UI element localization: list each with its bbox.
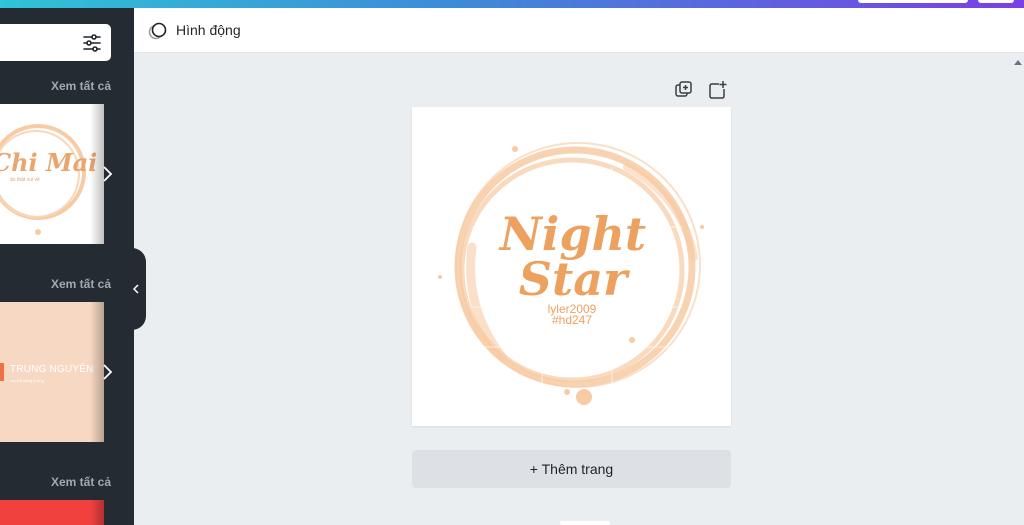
design-subtitle-line2[interactable]: #hd247	[552, 313, 592, 327]
scroll-up-icon[interactable]	[1014, 60, 1022, 65]
add-page-icon[interactable]	[708, 80, 728, 100]
animate-icon[interactable]	[147, 21, 169, 41]
thumbnail-subtitle: ăn thật vui vẻ	[10, 177, 40, 183]
thumbnail-title: TRUNG NGUYÊN	[10, 364, 94, 375]
template-thumbnail[interactable]: TRUNG NGUYÊN cà phê năng lượng	[0, 302, 104, 442]
top-bar-button[interactable]	[978, 0, 1014, 3]
chevron-right-icon[interactable]	[101, 164, 115, 184]
chevron-right-icon[interactable]	[101, 362, 115, 382]
chevron-left-icon	[132, 284, 139, 294]
design-page[interactable]: Night Star lyler2009 #hd247	[412, 107, 731, 426]
see-all-link[interactable]: Xem tất cả	[51, 277, 111, 291]
template-thumbnail[interactable]: Chi Mai ăn thật vui vẻ	[0, 104, 104, 244]
top-gradient-bar	[0, 0, 1024, 8]
design-title-line2[interactable]: Star	[519, 252, 631, 306]
filter-icon[interactable]	[82, 33, 102, 53]
top-bar-button[interactable]	[858, 0, 968, 3]
collapse-sidebar-handle[interactable]	[120, 248, 146, 330]
design-text-layer: Night Star lyler2009 #hd247	[498, 207, 646, 327]
templates-sidebar: Xem tất cả Chi Mai ăn thật vui vẻ Xem tấ…	[0, 8, 134, 525]
horizontal-scrollbar[interactable]	[560, 521, 610, 525]
add-page-button[interactable]: + Thêm trang	[412, 450, 731, 488]
see-all-link[interactable]: Xem tất cả	[51, 79, 111, 93]
thumbnail-subtitle: cà phê năng lượng	[10, 378, 44, 383]
brand-mark	[0, 363, 4, 381]
thumbnail-title: Chi Mai	[0, 148, 98, 177]
animate-button[interactable]: Hình động	[176, 22, 241, 38]
editor-header: Hình động	[134, 8, 1024, 53]
duplicate-page-icon[interactable]	[674, 80, 694, 100]
template-thumbnail[interactable]	[0, 500, 104, 525]
search-input[interactable]	[0, 24, 111, 61]
see-all-link[interactable]: Xem tất cả	[51, 475, 111, 489]
canvas-scrollbar[interactable]	[1011, 54, 1024, 525]
